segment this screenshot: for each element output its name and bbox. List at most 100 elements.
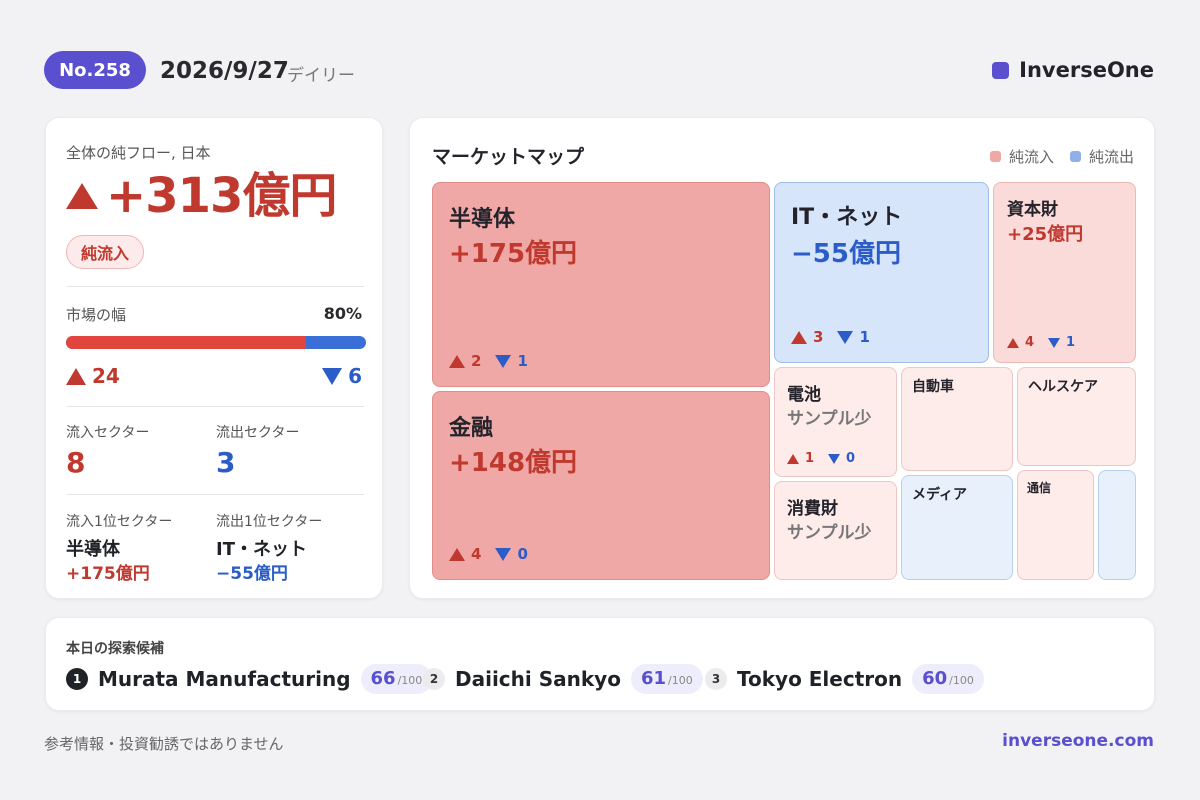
- tile-name: メディア: [912, 487, 968, 503]
- tile-up-count: 3: [813, 328, 824, 346]
- up-triangle-icon: [66, 183, 98, 209]
- issue-badge: No.258: [44, 51, 146, 89]
- tile-battery[interactable]: 電池 サンプル少 1 0: [774, 367, 897, 477]
- divider: [66, 494, 364, 495]
- legend-inflow-swatch: [989, 151, 1001, 162]
- candidate-item[interactable]: 3 Tokyo Electron 60 /100: [705, 664, 984, 694]
- total-flow-label: 全体の純フロー, 日本: [66, 144, 211, 162]
- tile-name: ヘルスケア: [1028, 379, 1098, 395]
- down-triangle-icon: [1048, 337, 1061, 348]
- score-max: /100: [949, 674, 974, 687]
- tile-media[interactable]: メディア: [901, 475, 1013, 580]
- decliners-count: 6: [348, 364, 362, 388]
- up-triangle-icon: [449, 354, 465, 368]
- up-triangle-icon: [1007, 337, 1019, 348]
- candidate-score: 66 /100: [360, 664, 433, 694]
- tile-name: 半導体: [449, 207, 516, 232]
- tile-name: 電池: [787, 385, 821, 405]
- advancers-count: 24: [92, 364, 120, 388]
- tile-value: +175億円: [449, 239, 578, 269]
- market-map-title: マーケットマップ: [432, 146, 585, 168]
- candidates-title: 本日の探索候補: [66, 641, 164, 657]
- outflow-sectors-label: 流出セクター: [216, 425, 300, 441]
- tile-up-count: 1: [805, 451, 815, 466]
- tile-semiconductor[interactable]: 半導体 +175億円 2 1: [432, 182, 770, 387]
- tile-value: +148億円: [449, 448, 578, 478]
- tile-auto[interactable]: 自動車: [901, 367, 1013, 471]
- tile-counts: 1 0: [787, 451, 855, 466]
- breadth-value: 80%: [323, 304, 362, 323]
- up-triangle-icon: [787, 453, 799, 464]
- candidate-rank: 1: [66, 668, 88, 690]
- top-inflow-value: +175億円: [66, 564, 150, 584]
- legend-inflow-label: 純流入: [1008, 148, 1054, 166]
- flow-direction-badge: 純流入: [66, 235, 145, 269]
- up-triangle-icon: [449, 547, 465, 561]
- top-outflow-label: 流出1位セクター: [216, 514, 323, 530]
- brand[interactable]: InverseOne: [992, 58, 1154, 82]
- breadth-bar-fill: [66, 336, 306, 349]
- score-value: 61: [640, 668, 666, 689]
- tile-down-count: 1: [859, 328, 870, 346]
- tile-name: 消費財: [787, 499, 838, 519]
- tile-down-count: 1: [1066, 335, 1076, 350]
- tile-up-count: 4: [471, 545, 482, 563]
- tile-name: 金融: [449, 416, 494, 441]
- tile-healthcare[interactable]: ヘルスケア: [1017, 367, 1136, 466]
- top-outflow-value: −55億円: [216, 564, 288, 584]
- tile-down-count: 0: [517, 545, 528, 563]
- outflow-sectors-count: 3: [216, 446, 236, 479]
- site-link[interactable]: inverseone.com: [1002, 731, 1154, 751]
- down-triangle-icon: [495, 547, 512, 561]
- tile-counts: 2 1: [449, 352, 528, 370]
- tile-unlabeled[interactable]: [1098, 470, 1136, 580]
- tile-finance[interactable]: 金融 +148億円 4 0: [432, 391, 770, 580]
- down-triangle-icon: [837, 330, 854, 344]
- tile-value: サンプル少: [787, 523, 872, 543]
- market-map-legend: 純流入 純流出: [989, 146, 1134, 167]
- report-date: 2026/9/27: [160, 58, 289, 84]
- tile-it-net[interactable]: IT・ネット −55億円 3 1: [774, 182, 989, 363]
- top-inflow-label: 流入1位セクター: [66, 514, 173, 530]
- score-value: 66: [370, 668, 396, 689]
- tile-counts: 3 1: [791, 328, 870, 346]
- summary-card: 全体の純フロー, 日本 +313億円 純流入 市場の幅 80% 24 6 流入セ…: [45, 117, 383, 599]
- tile-name: 自動車: [912, 379, 954, 395]
- tile-name: 資本財: [1007, 200, 1058, 220]
- candidate-item[interactable]: 2 Daiichi Sankyo 61 /100: [423, 664, 703, 694]
- tile-down-count: 0: [846, 451, 856, 466]
- down-triangle-icon: [828, 453, 841, 464]
- tile-telecom[interactable]: 通信: [1017, 470, 1094, 580]
- report-kind: デイリー: [287, 66, 355, 86]
- candidate-score: 61 /100: [630, 664, 703, 694]
- breadth-bar: [66, 336, 366, 349]
- tile-capital-goods[interactable]: 資本財 +25億円 4 1: [993, 182, 1136, 363]
- top-inflow-sector: 半導体: [66, 539, 120, 560]
- divider: [66, 286, 364, 287]
- inflow-sectors-count: 8: [66, 446, 86, 479]
- candidate-name: Tokyo Electron: [737, 667, 903, 691]
- score-value: 60: [922, 668, 948, 689]
- tile-name: 通信: [1027, 481, 1052, 495]
- market-map-card: マーケットマップ 純流入 純流出 半導体 +175億円 2 1 金融 +148億…: [409, 117, 1155, 599]
- brand-logo-icon: [992, 61, 1010, 79]
- divider: [66, 406, 364, 407]
- up-triangle-icon: [66, 367, 86, 385]
- candidate-name: Murata Manufacturing: [98, 667, 351, 691]
- score-max: /100: [397, 674, 423, 687]
- candidate-rank: 3: [705, 668, 727, 690]
- up-triangle-icon: [791, 330, 807, 344]
- tile-counts: 4 1: [1007, 335, 1075, 350]
- candidate-item[interactable]: 1 Murata Manufacturing 66 /100: [66, 664, 433, 694]
- tile-value: −55億円: [791, 239, 901, 269]
- brand-name: InverseOne: [1019, 58, 1154, 82]
- tile-consumer[interactable]: 消費財 サンプル少: [774, 481, 897, 580]
- tile-up-count: 4: [1025, 335, 1035, 350]
- candidate-name: Daiichi Sankyo: [455, 667, 621, 691]
- tile-value: サンプル少: [787, 409, 872, 429]
- breadth-label: 市場の幅: [66, 306, 127, 324]
- decliners: 6: [322, 364, 362, 388]
- legend-outflow-swatch: [1069, 151, 1081, 162]
- tile-up-count: 2: [471, 352, 482, 370]
- advancers: 24: [66, 364, 120, 388]
